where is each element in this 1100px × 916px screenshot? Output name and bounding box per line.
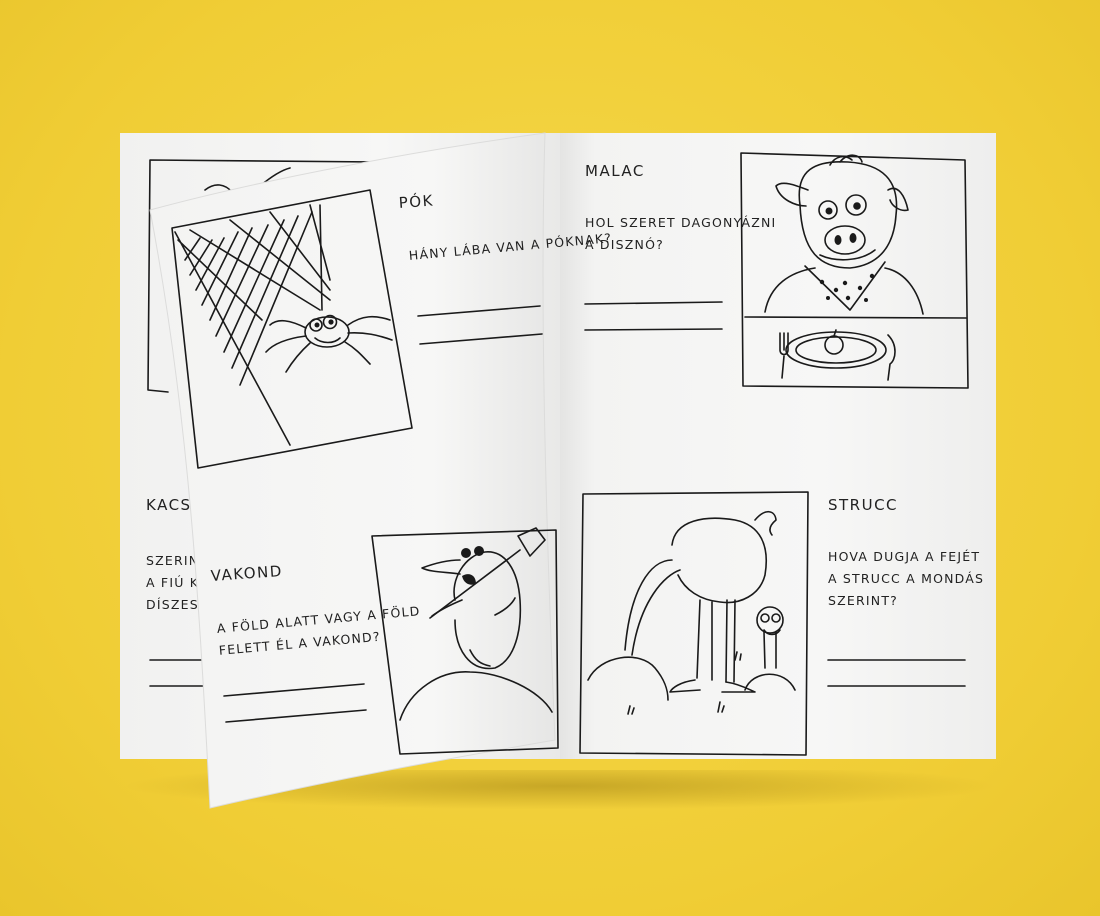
turning-page[interactable] bbox=[0, 0, 1100, 916]
pok-title: PÓK bbox=[398, 191, 435, 212]
turning-page-sheet bbox=[149, 132, 556, 809]
